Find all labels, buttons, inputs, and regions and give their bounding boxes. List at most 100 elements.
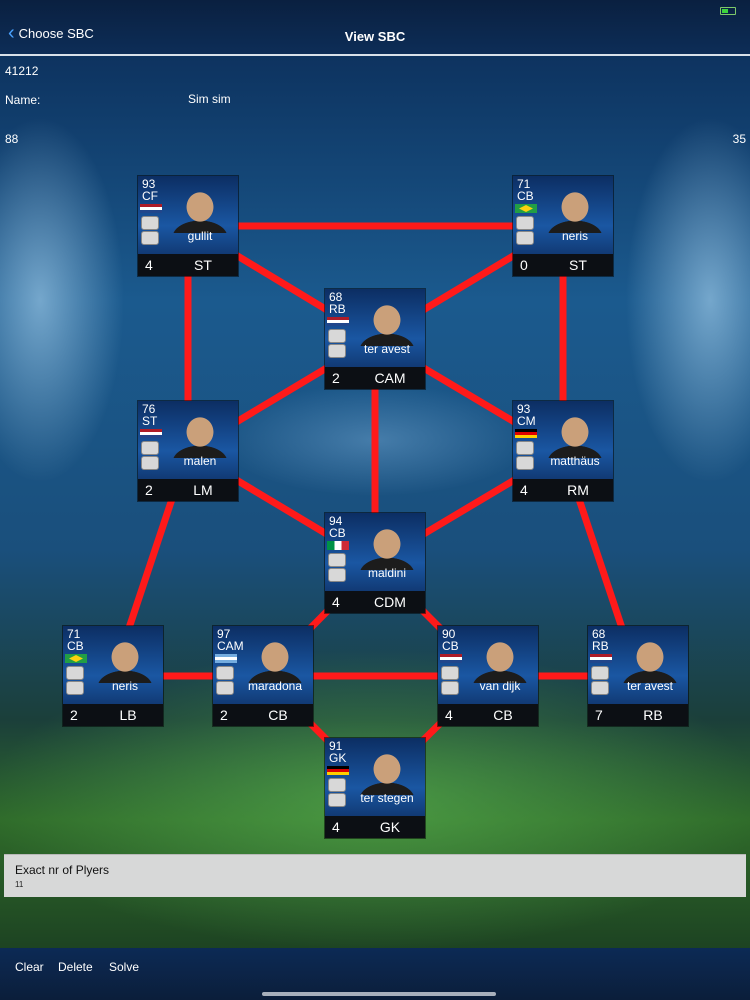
player-name: ter stegen [360, 791, 414, 805]
player-name: matthäus [550, 454, 600, 468]
player-name: gullit [187, 229, 213, 243]
club-badge-icon [328, 793, 346, 807]
slot-position: CAM [374, 370, 406, 386]
slot-position: LB [119, 707, 137, 723]
nation-flag-icon [215, 654, 237, 663]
nation-flag-icon [140, 204, 162, 213]
player-position: CB [329, 526, 346, 540]
player-name: malen [183, 454, 217, 468]
player-position: RB [592, 639, 609, 653]
card-footer: 4 RM [513, 479, 613, 501]
player-card-rm[interactable]: 93 CM matthäus 4 RM [513, 401, 613, 501]
nation-flag-icon [327, 541, 349, 550]
slot-position: LM [193, 482, 213, 498]
club-badge-icon [141, 456, 159, 470]
card-footer: 2 CB [213, 704, 313, 726]
player-card-lb[interactable]: 71 CB neris 2 LB [63, 626, 163, 726]
slot-position: CB [268, 707, 288, 723]
player-position: GK [329, 751, 347, 765]
club-badge-icon [328, 344, 346, 358]
player-position: CAM [217, 639, 244, 653]
league-badge-icon [141, 441, 159, 455]
chemistry-count: 2 [332, 370, 340, 386]
player-card-rb[interactable]: 68 RB ter avest 7 RB [588, 626, 688, 726]
player-position: CM [517, 414, 536, 428]
player-card-rcb[interactable]: 90 CB van dijk 4 CB [438, 626, 538, 726]
player-position: RB [329, 302, 346, 316]
chemistry-count: 2 [70, 707, 78, 723]
card-footer: 2 CAM [325, 367, 425, 389]
player-name: ter avest [626, 679, 674, 693]
club-badge-icon [591, 681, 609, 695]
slot-position: CB [493, 707, 513, 723]
player-card-cdm[interactable]: 94 CB maldini 4 CDM [325, 513, 425, 613]
nation-flag-icon [515, 429, 537, 438]
league-badge-icon [516, 441, 534, 455]
player-position: CB [517, 189, 534, 203]
league-badge-icon [591, 666, 609, 680]
player-card-st-right[interactable]: 71 CB neris 0 ST [513, 176, 613, 276]
nation-flag-icon [590, 654, 612, 663]
chemistry-count: 0 [520, 257, 528, 273]
player-portrait [358, 294, 416, 346]
league-badge-icon [216, 666, 234, 680]
slot-position: RB [643, 707, 663, 723]
slot-position: GK [379, 819, 401, 835]
player-portrait [471, 631, 529, 683]
player-portrait [358, 743, 416, 795]
league-badge-icon [141, 216, 159, 230]
player-card-lcb[interactable]: 97 CAM maradona 2 CB [213, 626, 313, 726]
nation-flag-icon [327, 317, 349, 326]
slot-position: ST [569, 257, 587, 273]
club-badge-icon [516, 231, 534, 245]
nation-flag-icon [327, 766, 349, 775]
player-name: maradona [247, 679, 303, 693]
slot-position: ST [194, 257, 212, 273]
league-badge-icon [328, 778, 346, 792]
chemistry-count: 4 [445, 707, 453, 723]
player-name: van dijk [479, 679, 521, 693]
chemistry-count: 4 [145, 257, 153, 273]
chemistry-count: 2 [220, 707, 228, 723]
player-portrait [246, 631, 304, 683]
league-badge-icon [328, 553, 346, 567]
player-card-st-left[interactable]: 93 CF gullit 4 ST [138, 176, 238, 276]
slot-position: CDM [374, 594, 406, 610]
player-name: ter avest [363, 342, 411, 356]
requirement-value: 11 [15, 880, 24, 889]
player-portrait [546, 181, 604, 233]
club-badge-icon [328, 568, 346, 582]
league-badge-icon [66, 666, 84, 680]
player-portrait [546, 406, 604, 458]
requirement-row[interactable]: Exact nr of Plyers 11 [4, 854, 746, 897]
card-footer: 0 ST [513, 254, 613, 276]
nation-flag-icon [140, 429, 162, 438]
nation-flag-icon [65, 654, 87, 663]
player-card-cam[interactable]: 68 RB ter avest 2 CAM [325, 289, 425, 389]
league-badge-icon [516, 216, 534, 230]
player-position: CB [67, 639, 84, 653]
player-portrait [358, 518, 416, 570]
club-badge-icon [441, 681, 459, 695]
chemistry-count: 4 [520, 482, 528, 498]
requirement-title: Exact nr of Plyers [15, 863, 110, 877]
clear-button[interactable]: Clear [15, 960, 44, 974]
chemistry-count: 4 [332, 594, 340, 610]
card-footer: 7 RB [588, 704, 688, 726]
player-position: CB [442, 639, 459, 653]
player-portrait [171, 181, 229, 233]
card-footer: 2 LM [138, 479, 238, 501]
player-card-gk[interactable]: 91 GK ter stegen 4 GK [325, 738, 425, 838]
player-portrait [621, 631, 679, 683]
delete-button[interactable]: Delete [58, 960, 93, 974]
card-footer: 4 ST [138, 254, 238, 276]
player-card-lm[interactable]: 76 ST malen 2 LM [138, 401, 238, 501]
player-position: ST [142, 414, 158, 428]
club-badge-icon [66, 681, 84, 695]
nation-flag-icon [440, 654, 462, 663]
chemistry-count: 7 [595, 707, 603, 723]
card-footer: 4 GK [325, 816, 425, 838]
chemistry-count: 4 [332, 819, 340, 835]
club-badge-icon [141, 231, 159, 245]
solve-button[interactable]: Solve [109, 960, 139, 974]
